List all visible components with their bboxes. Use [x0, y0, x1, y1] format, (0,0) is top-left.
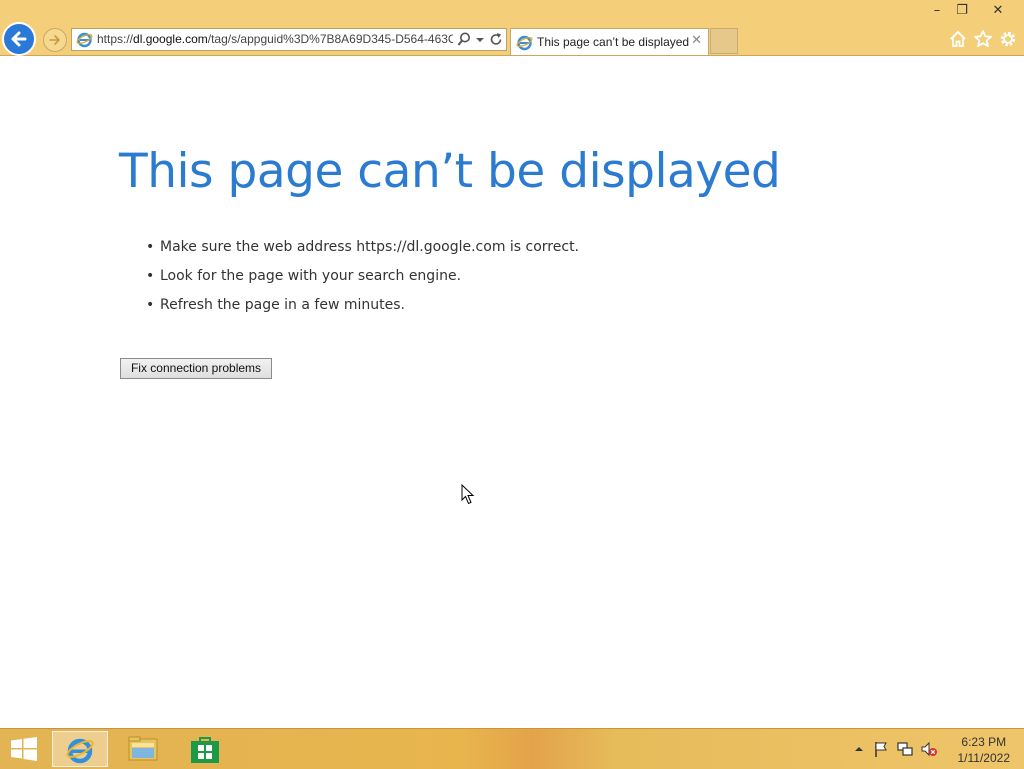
forward-button[interactable]: [43, 28, 67, 52]
volume-muted-icon[interactable]: [920, 740, 938, 758]
address-host: dl.google.com: [133, 32, 208, 46]
troubleshooting-list: Make sure the web address https://dl.goo…: [146, 237, 579, 324]
minimize-button[interactable]: –: [923, 2, 951, 20]
windows-start-icon[interactable]: [10, 737, 38, 761]
address-bar[interactable]: https://dl.google.com/tag/s/appguid%3D%7…: [71, 28, 507, 51]
tab-close-icon[interactable]: ✕: [691, 33, 702, 48]
network-icon[interactable]: [896, 740, 914, 758]
page-title: This page can’t be displayed: [119, 144, 781, 199]
list-item: Look for the page with your search engin…: [146, 266, 579, 295]
list-item: Refresh the page in a few minutes.: [146, 295, 579, 324]
store-icon: [191, 737, 219, 763]
favorites-star-icon[interactable]: [973, 29, 993, 49]
browser-chrome: – ❐ ✕ https://dl.google.com/tag/s/appgui…: [0, 0, 1024, 56]
tab-current[interactable]: This page can’t be displayed ✕: [510, 28, 709, 55]
back-button[interactable]: [2, 22, 36, 56]
address-scheme: https://: [97, 32, 134, 46]
address-path: /tag/s/appguid%3D%7B8A69D345-D564-463C: [207, 32, 453, 46]
search-icon[interactable]: [456, 31, 472, 48]
show-hidden-icons-icon[interactable]: [850, 740, 868, 758]
list-item: Make sure the web address https://dl.goo…: [146, 237, 579, 266]
system-clock[interactable]: 6:23 PM 1/11/2022: [958, 734, 1011, 766]
restore-button[interactable]: ❐: [948, 2, 976, 20]
page-content: This page can’t be displayed Make sure t…: [0, 56, 1024, 728]
mouse-cursor-icon: [461, 484, 475, 505]
tab-title: This page can’t be displayed: [537, 35, 690, 49]
taskbar-store[interactable]: [177, 731, 233, 767]
internet-explorer-icon: [66, 738, 94, 764]
arrow-left-icon: [11, 31, 27, 47]
taskbar: 6:23 PM 1/11/2022: [0, 728, 1024, 769]
address-text[interactable]: https://dl.google.com/tag/s/appguid%3D%7…: [97, 32, 453, 48]
clock-time: 6:23 PM: [961, 735, 1007, 749]
folder-icon: [128, 736, 158, 761]
arrow-right-icon: [49, 35, 60, 45]
taskbar-internet-explorer[interactable]: [52, 731, 108, 767]
home-icon[interactable]: [948, 29, 968, 49]
action-center-flag-icon[interactable]: [872, 740, 890, 758]
clock-date: 1/11/2022: [957, 751, 1011, 765]
gear-icon[interactable]: [998, 29, 1018, 49]
new-tab-button[interactable]: [710, 28, 738, 54]
internet-explorer-icon: [516, 35, 533, 51]
taskbar-file-explorer[interactable]: [115, 731, 171, 767]
refresh-icon[interactable]: [488, 31, 504, 48]
close-window-button[interactable]: ✕: [984, 2, 1012, 20]
fix-connection-button[interactable]: Fix connection problems: [120, 358, 272, 379]
internet-explorer-icon: [76, 32, 93, 48]
chevron-down-icon[interactable]: [472, 31, 488, 48]
